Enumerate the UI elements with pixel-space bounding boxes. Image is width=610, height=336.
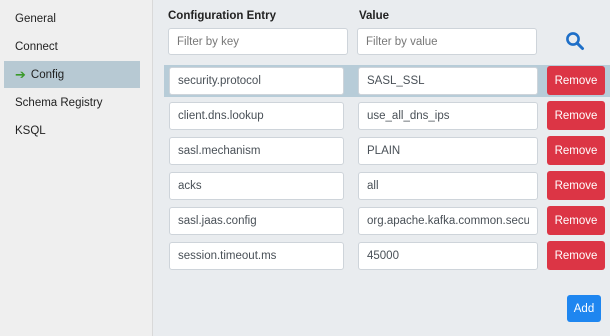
- config-key-input[interactable]: [169, 207, 344, 235]
- sidebar-item-label: General: [15, 12, 56, 25]
- sidebar-item-label: KSQL: [15, 124, 46, 137]
- config-row: Remove: [164, 100, 610, 132]
- config-key-input[interactable]: [169, 137, 344, 165]
- sidebar-item-ksql[interactable]: KSQL: [4, 117, 140, 144]
- config-row: Remove: [164, 205, 610, 237]
- config-row: Remove: [164, 65, 610, 97]
- config-panel: Configuration Entry Value Remove Remove …: [153, 0, 610, 336]
- sidebar-item-general[interactable]: General: [4, 5, 140, 32]
- remove-button[interactable]: Remove: [547, 66, 605, 95]
- sidebar-item-schema-registry[interactable]: Schema Registry: [4, 89, 140, 116]
- arrow-right-icon: ➔: [15, 67, 26, 82]
- config-row: Remove: [164, 135, 610, 167]
- config-key-input[interactable]: [169, 102, 344, 130]
- value-column-header: Value: [359, 10, 390, 22]
- config-value-input[interactable]: [358, 67, 538, 95]
- config-value-input[interactable]: [358, 242, 538, 270]
- sidebar-item-label: Config: [30, 68, 65, 81]
- value-filter-input[interactable]: [357, 28, 537, 55]
- config-key-input[interactable]: [169, 67, 344, 95]
- remove-button[interactable]: Remove: [547, 136, 605, 165]
- key-column-header: Configuration Entry: [168, 10, 276, 22]
- config-value-input[interactable]: [358, 102, 538, 130]
- sidebar-item-label: Connect: [15, 40, 58, 53]
- search-button[interactable]: [561, 27, 589, 55]
- config-value-input[interactable]: [358, 207, 538, 235]
- config-row: Remove: [164, 240, 610, 272]
- remove-button[interactable]: Remove: [547, 171, 605, 200]
- search-icon: [566, 32, 584, 50]
- remove-button[interactable]: Remove: [547, 206, 605, 235]
- key-filter-input[interactable]: [168, 28, 348, 55]
- config-key-input[interactable]: [169, 242, 344, 270]
- config-value-input[interactable]: [358, 137, 538, 165]
- remove-button[interactable]: Remove: [547, 101, 605, 130]
- sidebar: General Connect ➔ Config Schema Registry…: [0, 0, 153, 336]
- remove-button[interactable]: Remove: [547, 241, 605, 270]
- sidebar-item-connect[interactable]: Connect: [4, 33, 140, 60]
- config-key-input[interactable]: [169, 172, 344, 200]
- add-button[interactable]: Add: [567, 295, 601, 322]
- sidebar-item-config[interactable]: ➔ Config: [4, 61, 140, 88]
- config-row: Remove: [164, 170, 610, 202]
- config-value-input[interactable]: [358, 172, 538, 200]
- sidebar-item-label: Schema Registry: [15, 96, 103, 109]
